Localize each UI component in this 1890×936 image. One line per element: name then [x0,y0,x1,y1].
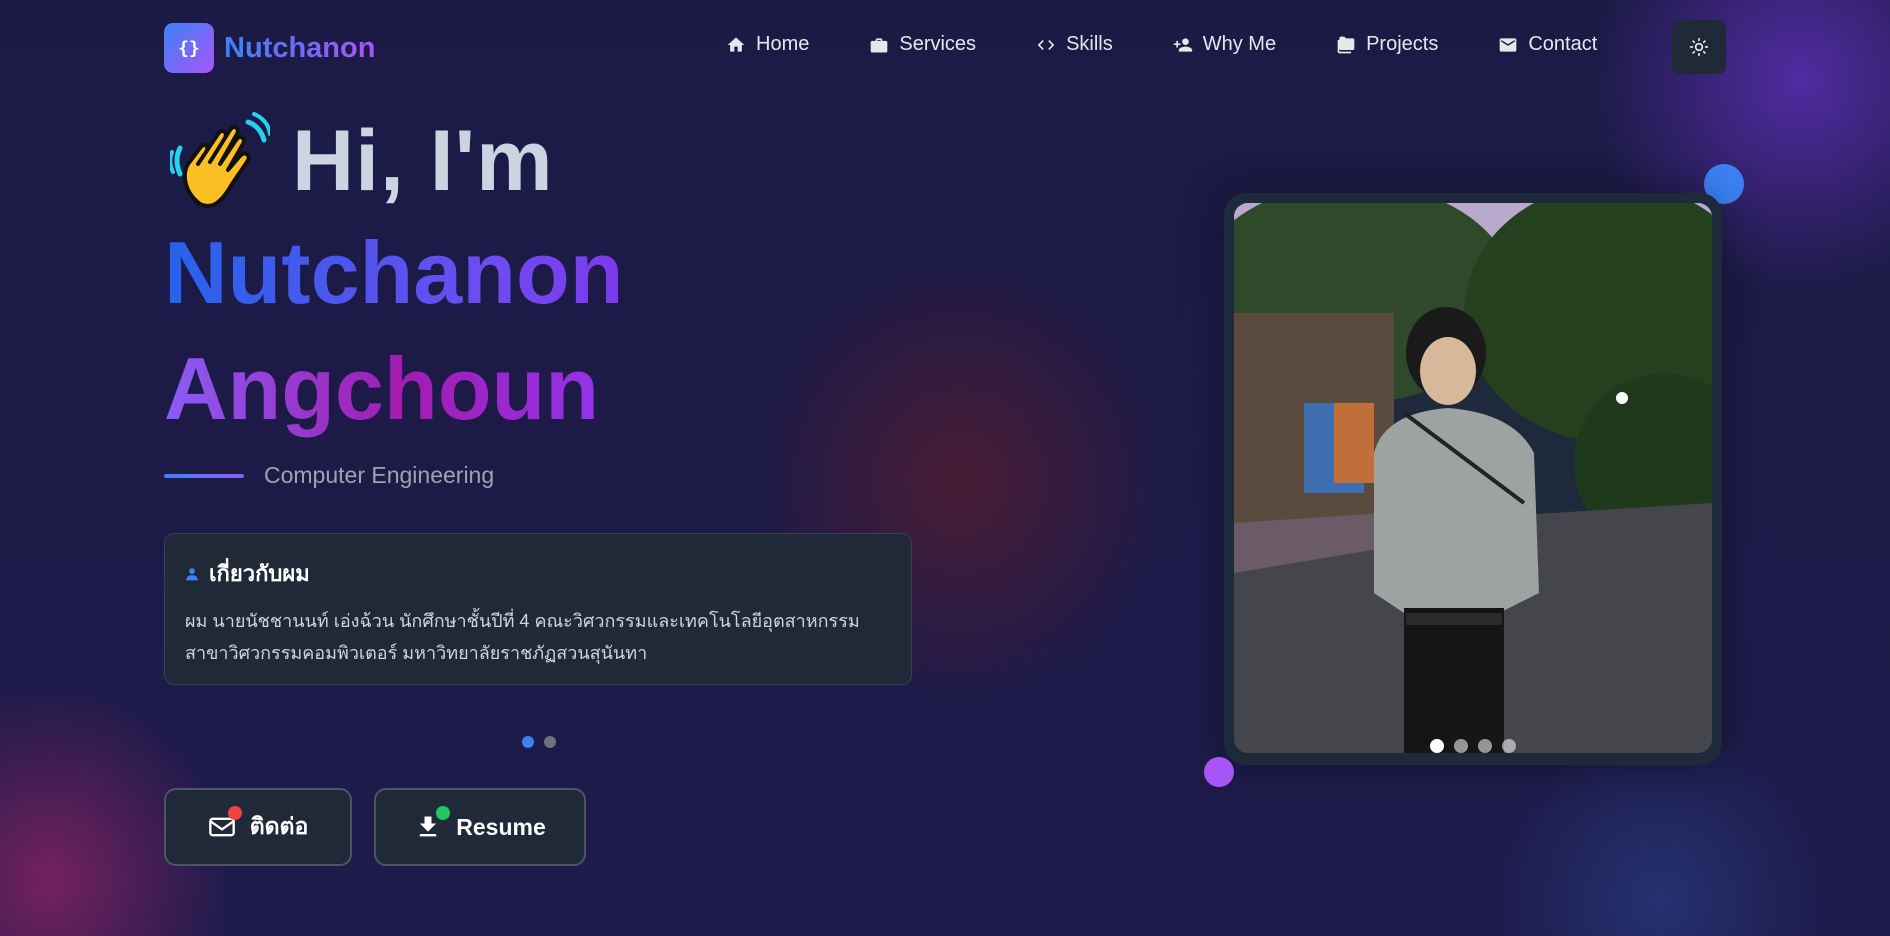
theme-toggle-button[interactable] [1672,20,1726,74]
about-body: ผม นายนัชชานนท์ เอ่งฉ้วน นักศึกษาชั้นปีท… [185,605,891,669]
about-body-line: สาขาวิศวกรรมคอมพิวเตอร์ มหาวิทยาลัยราชภั… [185,643,648,663]
nav-item-projects[interactable]: Projects [1336,33,1438,56]
nav-links: Home Services Skills Why Me Projects Con… [726,33,1597,56]
nav-item-why-me[interactable]: Why Me [1173,33,1276,56]
greeting: Hi, I'm [170,108,554,214]
nav-item-skills[interactable]: Skills [1036,33,1113,56]
person-add-icon [1173,37,1192,52]
nav-item-label: Contact [1528,33,1598,55]
nav-item-label: Why Me [1202,33,1277,55]
nav-item-home[interactable]: Home [726,33,809,56]
nav-item-services[interactable]: Services [869,33,976,56]
portfolio-page: {} Nutchanon Home Services Skills Why Me [0,0,1890,936]
contact-button[interactable]: ติดต่อ [164,788,352,866]
profile-photo-frame [1224,193,1722,765]
about-heading-text: เกี่ยวกับผม [209,561,310,586]
profile-photo [1234,203,1712,753]
resume-button[interactable]: Resume [374,788,586,866]
carousel-dot[interactable] [1430,739,1444,753]
nav-item-label: Home [756,33,810,55]
photo-illustration [1234,203,1712,753]
contact-button-label: ติดต่อ [249,813,309,839]
carousel-dot[interactable] [544,736,556,748]
carousel-dot[interactable] [1478,739,1492,753]
top-nav: {} Nutchanon Home Services Skills Why Me [164,20,1726,78]
hero-last-name: Angchoun [164,339,600,438]
home-icon [727,37,745,52]
status-dot [436,806,450,820]
nav-item-label: Services [899,33,977,55]
about-card: เกี่ยวกับผม ผม นายนัชชานนท์ เอ่งฉ้วน นัก… [164,533,912,685]
brand-logo[interactable]: {} Nutchanon [164,23,375,73]
code-braces-icon: {} [164,23,214,73]
waving-hand-icon [170,112,270,208]
decorative-circle [1204,757,1234,787]
role-divider [164,473,244,478]
code-icon [1037,39,1055,50]
about-heading: เกี่ยวกับผม [185,556,891,591]
folder-icon [1337,36,1355,53]
mail-icon [1499,37,1517,52]
about-body-line: ผม นายนัชชานนท์ เอ่งฉ้วน นักศึกษาชั้นปีท… [185,611,860,631]
carousel-dot[interactable] [522,736,534,748]
about-carousel-dots [522,736,556,748]
role-row: Computer Engineering [164,462,494,489]
hero-first-name: Nutchanon [164,223,624,322]
photo-carousel-dots [1234,739,1712,753]
nav-item-label: Projects [1366,33,1439,55]
cta-row: ติดต่อ Resume [164,788,586,866]
nav-item-label: Skills [1066,33,1113,55]
sun-icon [1689,37,1709,57]
notification-dot [228,806,242,820]
person-icon [186,567,198,580]
greeting-text: Hi, I'm [292,112,554,209]
brand-name: Nutchanon [224,31,376,64]
resume-button-label: Resume [456,813,546,840]
carousel-dot[interactable] [1502,739,1516,753]
nav-item-contact[interactable]: Contact [1498,33,1597,56]
role-text: Computer Engineering [264,462,495,488]
briefcase-icon [871,37,888,52]
carousel-dot[interactable] [1454,739,1468,753]
